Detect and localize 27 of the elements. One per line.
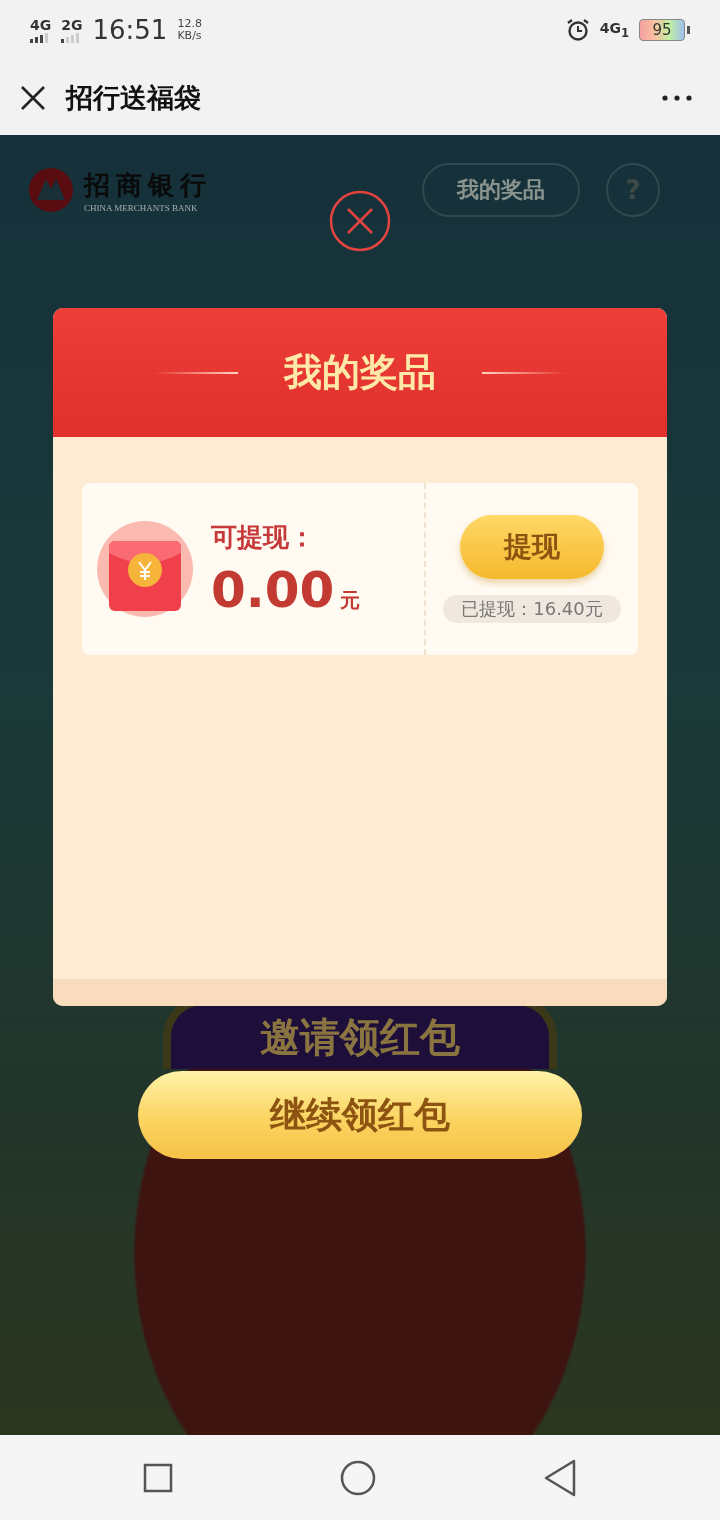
- more-icon[interactable]: [662, 94, 692, 101]
- clock-time: 16:51: [92, 15, 168, 45]
- bank-logo-icon: [28, 167, 74, 213]
- speed-value: 12.8: [177, 18, 202, 30]
- recents-icon[interactable]: [143, 1462, 174, 1493]
- my-prizes-button[interactable]: 我的奖品: [422, 163, 580, 217]
- battery-icon: 95: [639, 19, 685, 41]
- withdrawn-total: 已提现：16.40元: [443, 595, 621, 623]
- signal-icon: [30, 32, 50, 43]
- continue-button[interactable]: 继续领红包: [138, 1071, 582, 1159]
- withdraw-button[interactable]: 提现: [460, 515, 604, 579]
- page-title: 招行送福袋: [66, 80, 202, 115]
- envelope-icon: [97, 521, 193, 617]
- network-label: 4G$_{1}$: [599, 20, 629, 40]
- network-label: 2G: [61, 17, 83, 32]
- currency-unit: 元: [340, 586, 361, 614]
- dialog-title: 我的奖品: [284, 349, 436, 396]
- network-label: 4G: [30, 17, 52, 32]
- close-icon[interactable]: [20, 84, 46, 111]
- speed-unit: KB/s: [177, 30, 202, 42]
- withdrawable-label: 可提现：: [211, 520, 316, 554]
- bank-name-english: CHINA MERCHANTS BANK: [84, 202, 199, 213]
- home-icon[interactable]: [340, 1459, 376, 1496]
- amount-value: 0.00: [211, 560, 335, 619]
- signal-icon: [61, 32, 82, 43]
- back-icon[interactable]: [542, 1458, 577, 1497]
- alarm-clock-icon: [565, 18, 590, 42]
